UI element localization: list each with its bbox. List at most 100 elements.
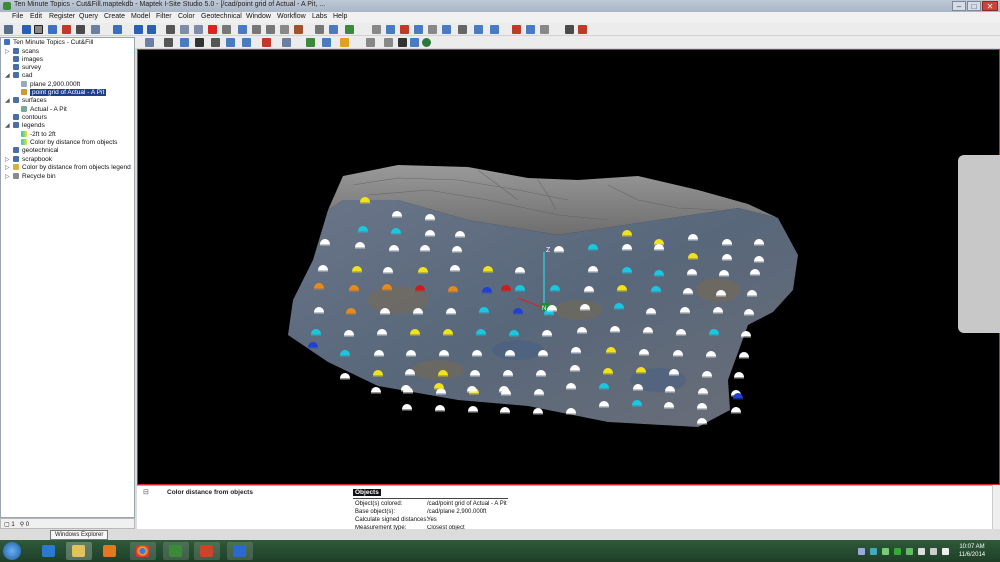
taskbar-powerpoint[interactable] <box>194 542 220 560</box>
tree-item-point-grid[interactable]: point grid of Actual - A Pit <box>21 89 107 97</box>
tree-item-legends[interactable]: ◢ legends <box>5 122 45 130</box>
menu-window[interactable]: Window <box>246 13 271 20</box>
triangle-icon[interactable] <box>329 25 338 34</box>
tri-edit-icon[interactable] <box>414 25 423 34</box>
tree-item-legend-range[interactable]: -2ft to 2ft <box>21 131 56 139</box>
zoom-fit-icon[interactable] <box>180 38 189 47</box>
cut-icon[interactable] <box>166 25 175 34</box>
polyline-icon[interactable] <box>48 25 57 34</box>
measure-icon[interactable] <box>280 25 289 34</box>
shade-icon[interactable] <box>322 38 331 47</box>
tree-item-cad[interactable]: ◢ cad <box>5 72 32 80</box>
face-icon[interactable] <box>442 25 451 34</box>
edit-icon[interactable] <box>238 25 247 34</box>
close-button[interactable]: ✕ <box>982 1 998 11</box>
grid-select-icon[interactable] <box>113 25 122 34</box>
tree-item-survey[interactable]: survey <box>5 64 41 72</box>
highlight-icon[interactable] <box>340 38 349 47</box>
taskbar-app[interactable] <box>227 542 253 560</box>
tray-volume-icon[interactable] <box>942 548 949 555</box>
menu-register[interactable]: Register <box>49 13 75 20</box>
marker-icon[interactable] <box>372 25 381 34</box>
copy-icon[interactable] <box>180 25 189 34</box>
menu-labs[interactable]: Labs <box>312 13 327 20</box>
snapshot-icon[interactable] <box>410 38 419 47</box>
3d-viewport[interactable]: Z N <box>137 49 1000 485</box>
properties-scrollbar[interactable] <box>992 485 1000 529</box>
tree-item-recycle-bin[interactable]: ▷ Recycle bin <box>5 173 56 181</box>
tray-flag-icon[interactable] <box>918 548 925 555</box>
color-tool-icon[interactable] <box>512 25 521 34</box>
taskbar-ie[interactable] <box>36 542 62 560</box>
menu-workflow[interactable]: Workflow <box>277 13 306 20</box>
menu-file[interactable]: File <box>12 13 23 20</box>
axis-icon[interactable] <box>226 38 235 47</box>
edge-icon[interactable] <box>386 25 395 34</box>
taskbar-clock[interactable]: 10:07 AM 11/6/2014 <box>952 543 992 559</box>
transform-icon[interactable] <box>222 25 231 34</box>
view-front-icon[interactable] <box>211 38 220 47</box>
clip-icon[interactable] <box>262 38 271 47</box>
tree-item-scans[interactable]: ▷ scans <box>5 48 39 56</box>
line-icon[interactable] <box>76 25 85 34</box>
view-box-icon[interactable] <box>195 38 204 47</box>
tree-item-plane[interactable]: plane 2,900.000ft <box>21 81 80 89</box>
tray-nvidia-icon[interactable] <box>894 548 901 555</box>
menu-help[interactable]: Help <box>333 13 347 20</box>
menu-color[interactable]: Color <box>178 13 195 20</box>
tree-item-geotechnical[interactable]: geotechnical <box>5 147 59 155</box>
tree-item-images[interactable]: images <box>5 56 43 64</box>
objects-section-header[interactable]: Objects <box>353 489 381 496</box>
polygon-icon[interactable] <box>62 25 71 34</box>
tree-root[interactable]: Ten Minute Topics - Cut&Fill <box>4 39 93 47</box>
color-scale-icon[interactable] <box>526 25 535 34</box>
tree-item-legend-object[interactable]: ▷ Color by distance from objects legend <box>5 164 131 172</box>
taskbar-chrome[interactable] <box>130 542 156 560</box>
arrow-icon[interactable] <box>458 25 467 34</box>
taskbar-media[interactable] <box>97 542 123 560</box>
menu-query[interactable]: Query <box>79 13 98 20</box>
select-box-icon[interactable] <box>34 25 43 34</box>
pointer-icon[interactable] <box>22 25 31 34</box>
flag-icon[interactable] <box>578 25 587 34</box>
snap-icon[interactable] <box>266 25 275 34</box>
tray-network-icon[interactable] <box>870 548 877 555</box>
lighting-icon[interactable] <box>306 38 315 47</box>
menu-create[interactable]: Create <box>104 13 125 20</box>
tray-display-icon[interactable] <box>930 548 937 555</box>
start-button[interactable] <box>3 542 21 560</box>
taskbar-explorer[interactable] <box>66 542 92 560</box>
delete-icon[interactable] <box>208 25 217 34</box>
maximize-button[interactable]: □ <box>967 1 981 11</box>
menu-model[interactable]: Model <box>131 13 150 20</box>
split-icon[interactable] <box>490 25 499 34</box>
tray-arrow-icon[interactable] <box>858 548 865 555</box>
tree-item-contours[interactable]: contours <box>5 114 47 122</box>
grid-icon[interactable] <box>366 38 375 47</box>
tree-item-surfaces[interactable]: ◢ surfaces <box>5 97 47 105</box>
normal-icon[interactable] <box>474 25 483 34</box>
menu-filter[interactable]: Filter <box>156 13 172 20</box>
label-icon[interactable] <box>565 25 574 34</box>
record-icon[interactable] <box>398 38 407 47</box>
refresh-icon[interactable] <box>345 25 354 34</box>
layer-icon[interactable] <box>282 38 291 47</box>
undo-icon[interactable] <box>134 25 143 34</box>
menu-edit[interactable]: Edit <box>30 13 42 20</box>
legend-icon[interactable] <box>540 25 549 34</box>
tool-icon[interactable] <box>252 25 261 34</box>
vertex-icon[interactable] <box>428 25 437 34</box>
tree-item-scrapbook[interactable]: ▷ scrapbook <box>5 156 52 164</box>
tree-item-color-by-distance[interactable]: Color by distance from objects <box>21 139 117 147</box>
camera-icon[interactable] <box>164 38 173 47</box>
redo-icon[interactable] <box>147 25 156 34</box>
rotate-icon[interactable] <box>242 38 251 47</box>
cross-icon[interactable] <box>400 25 409 34</box>
view-mode-icon[interactable] <box>145 38 154 47</box>
shape-icon[interactable] <box>91 25 100 34</box>
point-icon[interactable] <box>315 25 324 34</box>
menu-geotechnical[interactable]: Geotechnical <box>201 13 242 20</box>
filter-icon[interactable] <box>294 25 303 34</box>
scene-canvas[interactable]: Z N <box>138 50 999 484</box>
minimize-button[interactable]: – <box>952 1 966 11</box>
